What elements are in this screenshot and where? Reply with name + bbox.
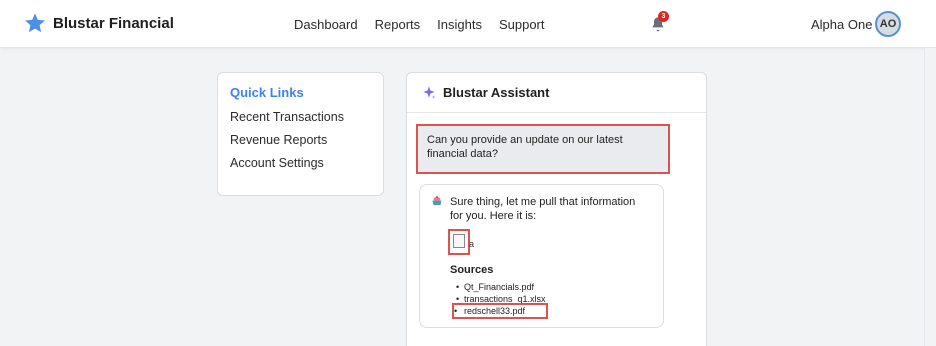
quick-links-title: Quick Links — [230, 85, 304, 100]
assistant-panel: Blustar Assistant Can you provide an upd… — [406, 72, 707, 346]
quick-links-panel: Quick Links Recent Transactions Revenue … — [217, 72, 384, 196]
star-icon — [25, 13, 45, 33]
top-navbar: Blustar Financial Dashboard Reports Insi… — [0, 0, 936, 48]
source-item[interactable]: Qt_Financials.pdf — [456, 281, 546, 293]
sources-title: Sources — [450, 264, 494, 276]
user-message: Can you provide an update on our latest … — [416, 124, 670, 174]
nav-dashboard[interactable]: Dashboard — [294, 17, 358, 32]
avatar[interactable]: AO — [875, 11, 901, 37]
user-name[interactable]: Alpha One — [811, 17, 872, 32]
attachment-thumbnail[interactable] — [448, 229, 470, 255]
notification-badge: 3 — [658, 11, 669, 22]
quick-link-revenue-reports[interactable]: Revenue Reports — [230, 133, 371, 147]
notifications-button[interactable]: 3 — [650, 11, 669, 32]
assistant-message: Sure thing, let me pull that information… — [419, 184, 664, 328]
assistant-header: Blustar Assistant — [407, 73, 706, 113]
sources-list: Qt_Financials.pdf transactions_q1.xlsx r… — [452, 281, 548, 319]
scrollbar[interactable] — [924, 48, 936, 346]
assistant-title: Blustar Assistant — [443, 85, 550, 100]
attachment-label: a — [469, 239, 475, 249]
main-nav: Dashboard Reports Insights Support — [294, 17, 562, 32]
source-item-highlighted[interactable]: redschell33.pdf — [452, 303, 548, 319]
assistant-message-text: Sure thing, let me pull that information… — [450, 196, 636, 222]
bot-avatar-icon — [432, 196, 442, 205]
sparkle-icon — [423, 85, 436, 99]
nav-reports[interactable]: Reports — [375, 17, 421, 32]
nav-support[interactable]: Support — [499, 17, 545, 32]
brand[interactable]: Blustar Financial — [24, 12, 174, 34]
nav-insights[interactable]: Insights — [437, 17, 482, 32]
quick-link-recent-transactions[interactable]: Recent Transactions — [230, 110, 371, 124]
brand-name: Blustar Financial — [53, 14, 174, 32]
quick-link-account-settings[interactable]: Account Settings — [230, 156, 371, 170]
source-item[interactable]: transactions_q1.xlsx — [456, 293, 546, 305]
broken-image-icon — [453, 234, 465, 248]
